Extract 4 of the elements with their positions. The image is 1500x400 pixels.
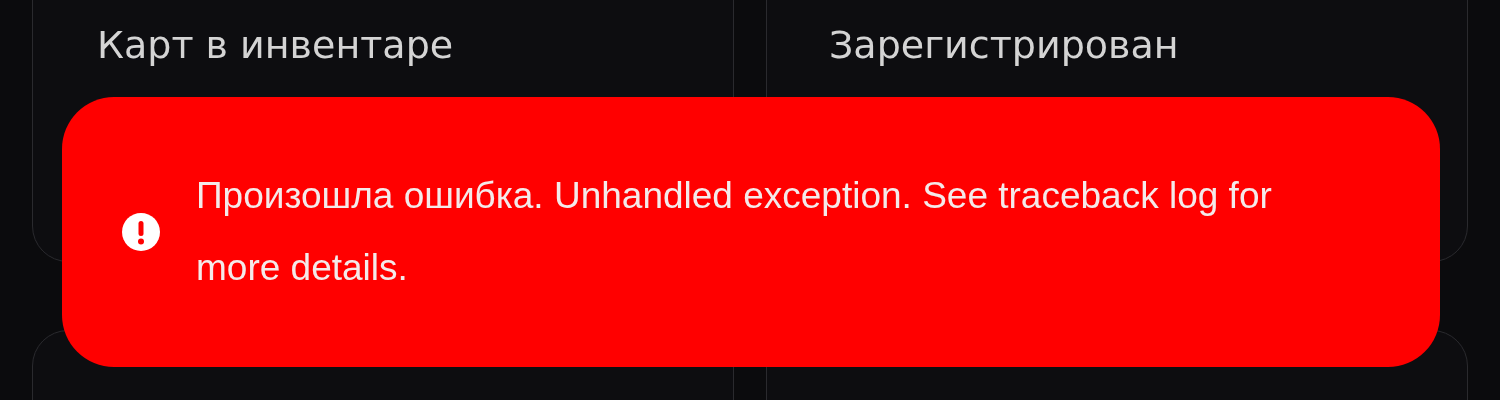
exclamation-icon xyxy=(122,213,160,251)
error-message: Произошла ошибка. Unhandled exception. See traceback log for more details. xyxy=(196,174,1273,290)
card-label: Карт в инвентаре xyxy=(97,23,454,67)
card-label: Зарегистрирован xyxy=(829,23,1179,67)
